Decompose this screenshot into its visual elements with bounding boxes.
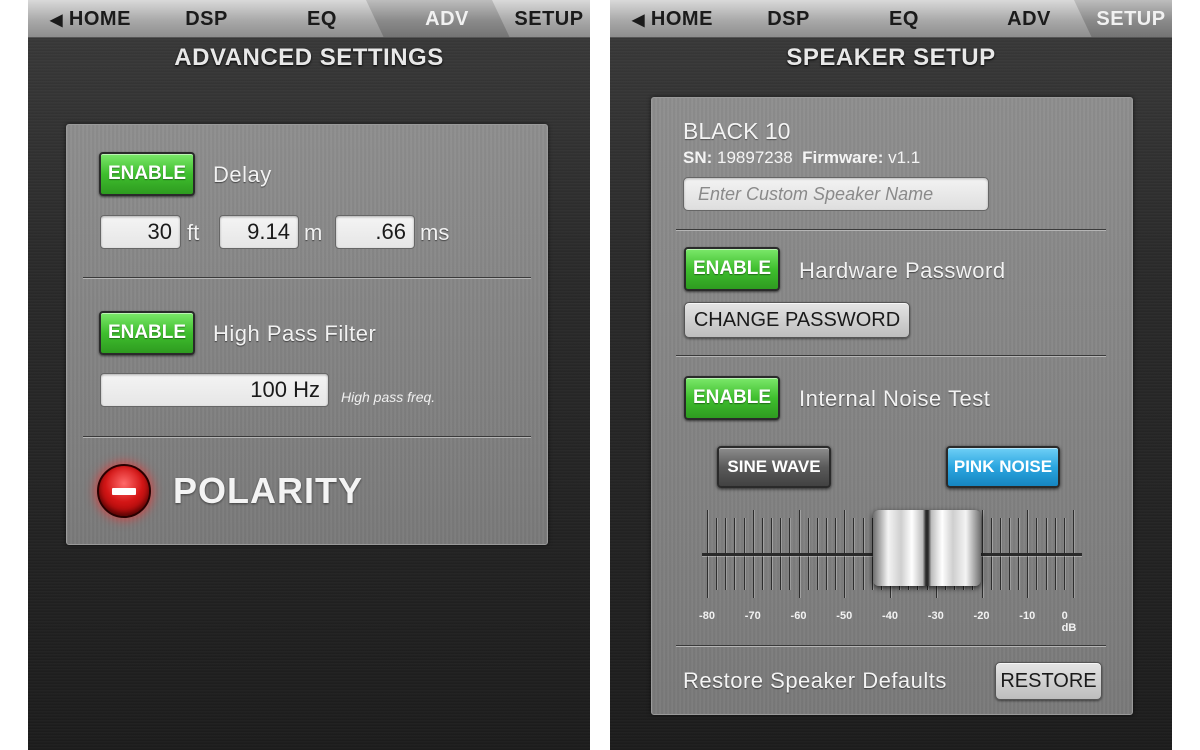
nav-bar: ◀ HOME DSP EQ ADV SETUP [610,0,1172,38]
advanced-settings-screen: ◀ HOME DSP EQ ADV SETUP ADVANCED SETTINGS… [28,0,590,750]
section-divider [676,645,1106,647]
section-divider [83,277,531,279]
delay-ms-field[interactable]: .66 [335,215,415,249]
speaker-model: BLACK 10 [683,118,791,144]
noise-level-slider[interactable]: -80 -70 -60 -50 -40 -30 -20 -10 0 dB [699,510,1082,634]
tab-setup-label: SETUP [514,8,584,30]
delay-meters-unit: m [304,220,323,245]
tab-home-label: HOME [650,8,713,30]
noise-test-label: Internal Noise Test [799,386,991,411]
tab-home[interactable]: ◀ HOME [610,0,735,38]
slider-scale-label: -70 [744,610,761,622]
minus-icon [112,488,136,495]
tab-eq-label: EQ [307,8,337,30]
tab-dsp-label: DSP [185,8,228,30]
sine-wave-button[interactable]: SINE WAVE [717,446,831,488]
delay-label: Delay [213,162,272,187]
firmware-label: Firmware: [802,148,884,167]
restore-button[interactable]: RESTORE [995,662,1102,700]
firmware-value: v1.1 [888,148,921,167]
delay-feet-field[interactable]: 30 [100,215,181,249]
page-title: ADVANCED SETTINGS [174,44,444,71]
password-label: Hardware Password [799,258,1006,283]
hpf-enable-button[interactable]: ENABLE [99,311,195,355]
section-divider [676,355,1106,357]
slider-scale-label: 0 dB [1061,610,1077,634]
serial-value: 19897238 [717,148,793,167]
tab-dsp[interactable]: DSP [135,0,260,38]
tab-eq[interactable]: EQ [242,0,384,38]
password-enable-button[interactable]: ENABLE [684,247,780,291]
serial-label: SN: [683,148,713,167]
hpf-label: High Pass Filter [213,321,377,346]
tab-adv-label: ADV [1007,8,1051,30]
tab-adv[interactable]: ADV [948,0,1092,38]
slider-scale-label: -40 [882,610,898,622]
nav-bar: ◀ HOME DSP EQ ADV SETUP [28,0,590,38]
speaker-setup-screen: ◀ HOME DSP EQ ADV SETUP SPEAKER SETUP BLA… [610,0,1172,750]
noise-test-enable-button[interactable]: ENABLE [684,376,780,420]
tab-adv-label: ADV [425,8,469,30]
tab-dsp[interactable]: DSP [717,0,842,38]
slider-scale-label: -30 [927,610,944,622]
delay-meters-field[interactable]: 9.14 [219,215,299,249]
speaker-name-input[interactable]: Enter Custom Speaker Name [683,177,989,211]
restore-label: Restore Speaker Defaults [683,668,947,693]
polarity-label: POLARITY [173,470,364,511]
slider-scale-label: -10 [1019,610,1036,622]
back-arrow-icon: ◀ [50,12,63,29]
tab-dsp-label: DSP [767,8,810,30]
tab-eq[interactable]: EQ [824,0,966,38]
slider-scale-label: -60 [790,610,807,622]
tab-eq-label: EQ [889,8,919,30]
delay-enable-button[interactable]: ENABLE [99,152,195,196]
slider-scale-label: -20 [973,610,990,622]
pink-noise-button[interactable]: PINK NOISE [946,446,1060,488]
tab-home[interactable]: ◀ HOME [28,0,153,38]
slider-handle[interactable] [872,510,981,586]
slider-scale-label: -50 [836,610,853,622]
delay-feet-unit: ft [187,220,200,245]
slider-scale-label: -80 [699,610,715,622]
section-divider [676,229,1106,231]
change-password-button[interactable]: CHANGE PASSWORD [684,302,910,338]
tab-adv[interactable]: ADV [366,0,510,38]
hpf-frequency-field[interactable]: 100 Hz [100,373,329,407]
delay-ms-unit: ms [420,220,450,245]
advanced-settings-panel: ENABLE Delay 30 ft 9.14 m .66 ms ENABLE … [66,124,548,545]
polarity-toggle[interactable] [97,464,151,518]
page-title: SPEAKER SETUP [786,44,996,71]
back-arrow-icon: ◀ [632,12,645,29]
speaker-setup-panel: BLACK 10 SN: 19897238 Firmware: v1.1 Ent… [651,97,1133,715]
hpf-hint: High pass freq. [341,389,436,405]
section-divider [83,436,531,438]
tab-home-label: HOME [68,8,131,30]
tab-setup-label: SETUP [1096,8,1166,30]
speaker-info-line: SN: 19897238 Firmware: v1.1 [683,148,920,168]
